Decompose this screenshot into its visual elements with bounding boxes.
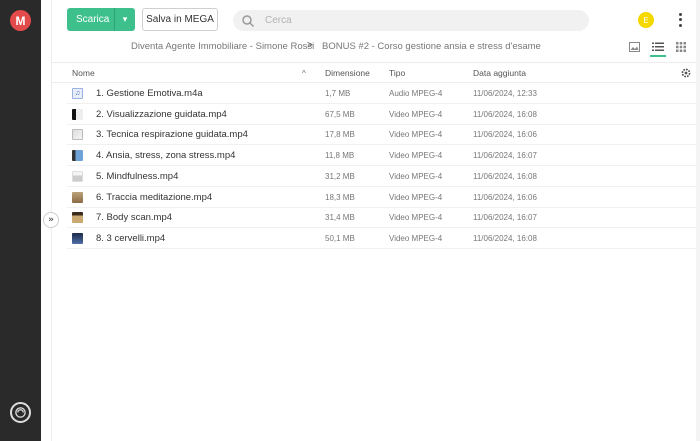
file-size: 1,7 MB <box>325 89 351 98</box>
column-header-size[interactable]: Dimensione <box>325 68 370 78</box>
file-type: Audio MPEG-4 <box>389 89 443 98</box>
file-thumbnail <box>72 232 83 244</box>
grid-view-icon[interactable] <box>674 40 688 54</box>
file-date: 11/06/2024, 16:07 <box>473 213 537 223</box>
file-size: 11,8 MB <box>325 151 355 161</box>
file-name[interactable]: 3. Tecnica respirazione guidata.mp4 <box>96 129 248 140</box>
file-type: Video MPEG-4 <box>389 109 443 119</box>
sync-status-icon[interactable] <box>10 402 31 423</box>
sort-ascending-icon[interactable]: ^ <box>302 69 306 78</box>
file-type: Video MPEG-4 <box>389 171 443 181</box>
left-rail <box>0 0 41 441</box>
file-size: 18,3 MB <box>325 192 355 202</box>
breadcrumb-parent[interactable]: Diventa Agente Immobiliare - Simone Ross… <box>131 41 314 52</box>
file-type: Video MPEG-4 <box>389 213 443 223</box>
file-date: 11/06/2024, 16:06 <box>473 130 537 140</box>
file-size: 31,2 MB <box>325 171 355 181</box>
column-header-name[interactable]: Nome <box>72 68 95 78</box>
file-name[interactable]: 5. Mindfulness.mp4 <box>96 171 178 182</box>
column-header-date[interactable]: Data aggiunta <box>473 68 526 78</box>
save-to-mega-button[interactable]: Salva in MEGA <box>142 8 218 31</box>
file-date: 11/06/2024, 16:06 <box>473 192 537 202</box>
column-header-type[interactable]: Tipo <box>389 68 405 78</box>
file-type: Video MPEG-4 <box>389 192 443 202</box>
table-row[interactable]: 3. Tecnica respirazione guidata.mp4 17,8 … <box>67 125 696 146</box>
file-type: Video MPEG-4 <box>389 151 443 161</box>
header-bottom-divider <box>52 82 696 83</box>
search-icon <box>242 14 255 27</box>
mega-logo[interactable]: M <box>10 10 31 31</box>
file-size: 17,8 MB <box>325 130 355 140</box>
file-name[interactable]: 1. Gestione Emotiva.m4a <box>96 88 203 99</box>
file-thumbnail <box>72 170 83 182</box>
file-size: 31,4 MB <box>325 213 355 223</box>
chevron-down-icon[interactable]: ▾ <box>115 14 135 25</box>
file-size: 50,1 MB <box>325 233 355 243</box>
download-label: Scarica <box>76 14 110 25</box>
thumbnail-view-icon[interactable] <box>627 40 641 54</box>
active-view-indicator <box>650 55 666 57</box>
file-date: 11/06/2024, 16:07 <box>473 151 537 161</box>
file-thumbnail <box>72 129 83 141</box>
more-menu-icon[interactable] <box>677 12 683 28</box>
file-date: 11/06/2024, 12:33 <box>473 89 537 98</box>
table-row[interactable]: ♫ 1. Gestione Emotiva.m4a 1,7 MB Audio MPEG… <box>67 84 696 104</box>
file-name[interactable]: 7. Body scan.mp4 <box>96 212 172 223</box>
list-view-icon[interactable] <box>651 40 665 54</box>
table-row[interactable]: 4. Ansia, stress, zona stress.mp4 11,8 MB… <box>67 146 696 167</box>
file-date: 11/06/2024, 16:08 <box>473 233 537 243</box>
table-row[interactable]: 8. 3 cervelli.mp4 50,1 MB Video MPEG-4 11/0… <box>67 229 696 249</box>
file-thumbnail <box>72 150 83 162</box>
file-date: 11/06/2024, 16:08 <box>473 109 537 119</box>
header-divider <box>52 62 696 63</box>
file-thumbnail <box>72 191 83 203</box>
file-date: 11/06/2024, 16:08 <box>473 171 537 181</box>
file-name[interactable]: 8. 3 cervelli.mp4 <box>96 233 165 244</box>
expand-sidebar-button[interactable]: » <box>43 212 59 228</box>
table-row[interactable]: 6. Traccia meditazione.mp4 18,3 MB Video M… <box>67 188 696 208</box>
table-row[interactable]: 7. Body scan.mp4 31,4 MB Video MPEG-4 11/06… <box>67 208 696 229</box>
table-row[interactable]: 5. Mindfulness.mp4 31,2 MB Video MPEG-4 11/… <box>67 167 696 187</box>
file-thumbnail: ♫ <box>72 88 83 99</box>
scrollbar[interactable] <box>696 0 700 441</box>
avatar[interactable]: E <box>638 12 654 28</box>
file-type: Video MPEG-4 <box>389 130 443 140</box>
row-divider <box>67 247 696 249</box>
table-row[interactable]: 2. Visualizzazione guidata.mp4 67,5 MB Vid… <box>67 105 696 125</box>
file-name[interactable]: 6. Traccia meditazione.mp4 <box>96 192 212 203</box>
file-size: 67,5 MB <box>325 109 355 119</box>
file-thumbnail <box>72 108 83 120</box>
breadcrumb-separator: > <box>307 40 313 51</box>
search-input[interactable] <box>265 15 565 26</box>
file-name[interactable]: 4. Ansia, stress, zona stress.mp4 <box>96 150 235 161</box>
gear-icon[interactable] <box>680 67 692 79</box>
file-name[interactable]: 2. Visualizzazione guidata.mp4 <box>96 109 227 120</box>
file-thumbnail <box>72 212 83 224</box>
download-button[interactable]: Scarica ▾ <box>67 8 135 31</box>
search-bar[interactable] <box>233 10 589 31</box>
file-type: Video MPEG-4 <box>389 233 443 243</box>
breadcrumb-current: BONUS #2 - Corso gestione ansia e stress… <box>322 41 541 52</box>
